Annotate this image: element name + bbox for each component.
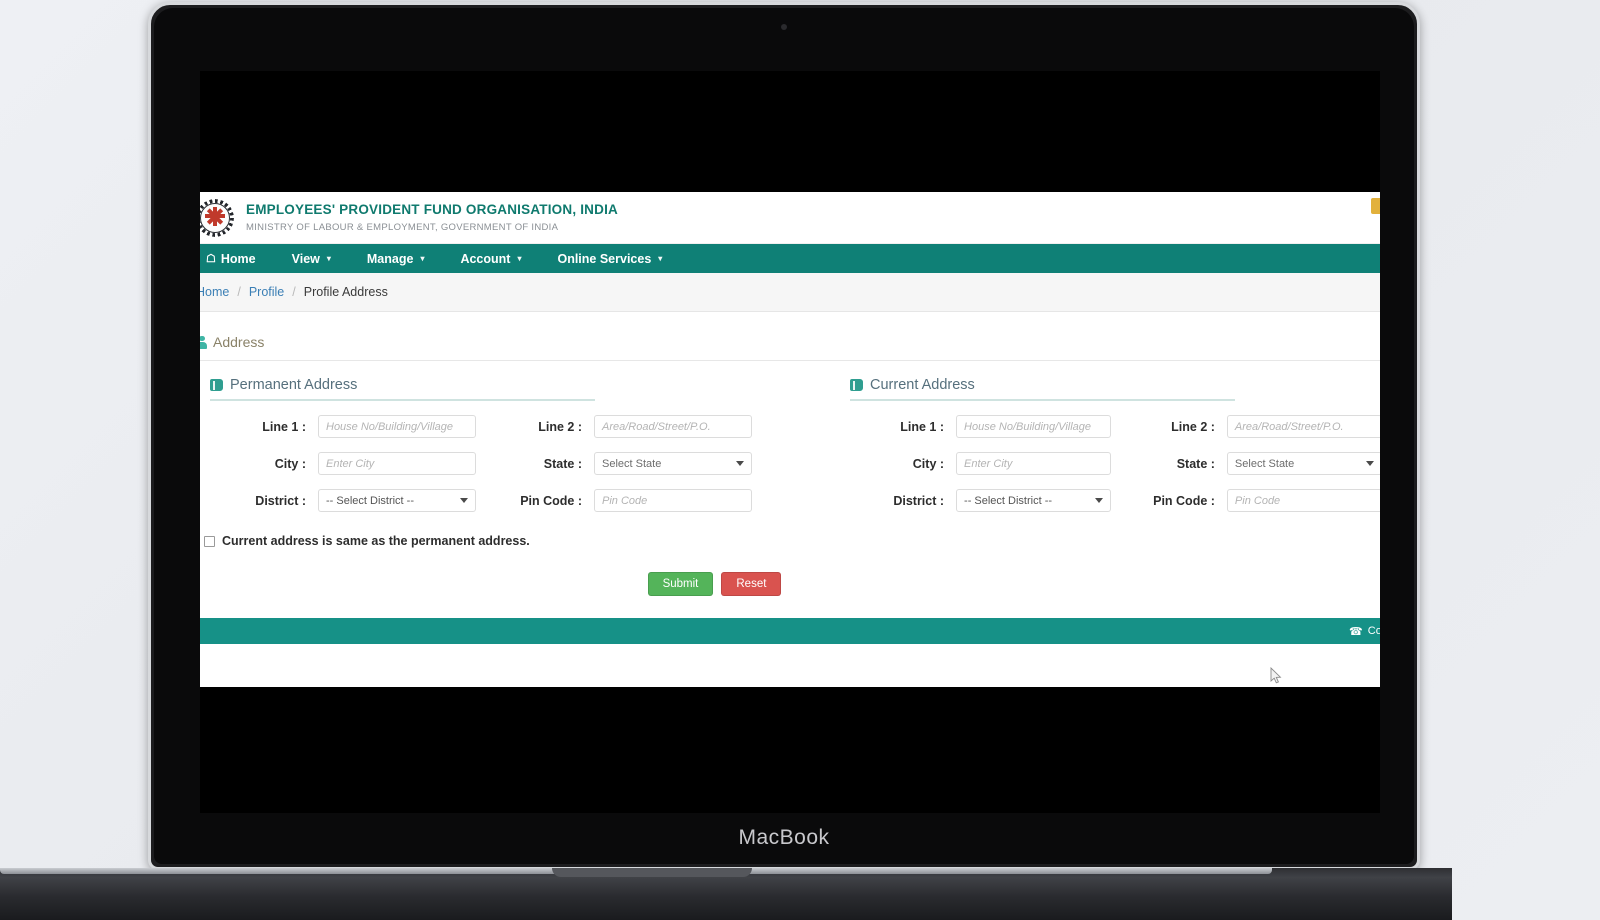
epfo-member-portal-page: EMPLOYEES' PROVIDENT FUND ORGANISATION, … xyxy=(200,192,1380,644)
breadcrumb-current: Profile Address xyxy=(303,285,388,299)
permanent-state-select[interactable]: Select State xyxy=(594,452,752,475)
chevron-down-icon: ▾ xyxy=(658,254,663,263)
current-line1-row: Line 1 : House No/Building/Village Line … xyxy=(850,415,1380,438)
page-title-label: Address xyxy=(213,334,265,350)
section-heading-label: Current Address xyxy=(870,377,975,393)
permanent-line1-label: Line 1 : xyxy=(262,419,306,434)
submit-button[interactable]: Submit xyxy=(647,572,714,596)
nav-label: View xyxy=(291,251,320,266)
permanent-district-select[interactable]: -- Select District -- xyxy=(318,489,476,512)
current-city-input[interactable]: Enter City xyxy=(956,452,1112,475)
chevron-down-icon xyxy=(460,498,468,503)
section-heading-label: Permanent Address xyxy=(230,377,358,393)
nav-item-manage[interactable]: Manage ▾ xyxy=(349,244,443,273)
organisation-name: EMPLOYEES' PROVIDENT FUND ORGANISATION, … xyxy=(246,201,618,217)
permanent-address-section: Permanent Address Line 1 : House No/Buil… xyxy=(200,377,822,512)
chevron-down-icon xyxy=(1095,498,1104,503)
current-state-select[interactable]: Select State xyxy=(1226,452,1380,475)
nav-item-online-services[interactable]: Online Services ▾ xyxy=(539,244,680,273)
phone-icon: ☎ xyxy=(1349,625,1363,638)
laptop-base xyxy=(0,868,1452,920)
current-district-label: District : xyxy=(893,493,945,508)
nav-item-account[interactable]: Account ▾ xyxy=(442,244,539,273)
epfo-emblem-icon xyxy=(200,198,234,237)
current-line1-label: Line 1 : xyxy=(900,419,945,434)
ministry-subtitle: MINISTRY OF LABOUR & EMPLOYMENT, GOVERNM… xyxy=(246,221,559,233)
permanent-state-value: Select State xyxy=(602,457,662,470)
nav-item-view[interactable]: View ▾ xyxy=(274,244,349,273)
permanent-district-value: -- Select District -- xyxy=(326,494,414,507)
current-address-section: Current Address Line 1 : House No/Buildi… xyxy=(822,377,1380,512)
form-actions: Submit Reset xyxy=(200,572,1380,596)
chevron-down-icon: ▾ xyxy=(517,254,522,263)
nav-label: Account xyxy=(460,251,511,266)
breadcrumb-profile[interactable]: Profile xyxy=(249,285,284,299)
browser-screen: EMPLOYEES' PROVIDENT FUND ORGANISATION, … xyxy=(200,71,1380,813)
breadcrumb-home[interactable]: Home xyxy=(200,285,229,299)
chevron-down-icon: ▾ xyxy=(420,254,425,263)
permanent-district-label: District : xyxy=(255,493,306,508)
current-address-heading: Current Address xyxy=(850,377,1235,401)
current-pin-input[interactable]: Pin Code xyxy=(1226,489,1380,512)
same-address-checkbox-row[interactable]: Current address is same as the permanent… xyxy=(204,534,1380,548)
home-icon: ☖ xyxy=(206,253,216,265)
current-city-row: City : Enter City State : Select State xyxy=(850,452,1380,475)
permanent-district-row: District : -- Select District -- Pin Cod… xyxy=(210,489,822,512)
current-city-label: City : xyxy=(912,456,945,471)
current-district-select[interactable]: -- Select District -- xyxy=(956,489,1112,512)
permanent-city-row: City : Enter City State : Select State xyxy=(210,452,822,475)
site-footer: ☎ Cont xyxy=(200,618,1380,644)
permanent-line1-input[interactable]: House No/Building/Village xyxy=(318,415,476,438)
device-label: MacBook xyxy=(738,826,830,849)
page-title: Address xyxy=(200,312,1380,360)
current-state-value: Select State xyxy=(1234,457,1295,470)
book-icon xyxy=(210,379,223,391)
webcam-icon xyxy=(781,24,787,30)
breadcrumb-separator: / xyxy=(237,285,241,299)
chevron-down-icon xyxy=(1366,461,1374,466)
current-state-label: State : xyxy=(1176,456,1215,471)
current-pin-label: Pin Code : xyxy=(1153,493,1215,508)
current-district-row: District : -- Select District -- Pin Cod… xyxy=(850,489,1380,512)
permanent-pin-input[interactable]: Pin Code xyxy=(594,489,752,512)
site-header: EMPLOYEES' PROVIDENT FUND ORGANISATION, … xyxy=(200,192,1380,244)
reset-button[interactable]: Reset xyxy=(721,572,782,596)
permanent-line2-input[interactable]: Area/Road/Street/P.O. xyxy=(594,415,752,438)
permanent-state-label: State : xyxy=(543,456,582,471)
browser-viewport: EMPLOYEES' PROVIDENT FUND ORGANISATION, … xyxy=(200,192,1380,687)
laptop-base-notch xyxy=(552,868,752,877)
laptop-lid: EMPLOYEES' PROVIDENT FUND ORGANISATION, … xyxy=(148,2,1420,870)
footer-contact-label[interactable]: Cont xyxy=(1368,625,1380,637)
permanent-pin-label: Pin Code : xyxy=(520,493,582,508)
nav-label: Online Services xyxy=(557,251,652,266)
chevron-down-icon xyxy=(736,461,744,466)
address-forms: Permanent Address Line 1 : House No/Buil… xyxy=(200,361,1380,512)
chevron-down-icon: ▾ xyxy=(326,254,331,263)
current-line2-input[interactable]: Area/Road/Street/P.O. xyxy=(1226,415,1380,438)
current-line2-label: Line 2 : xyxy=(1171,419,1215,434)
permanent-city-label: City : xyxy=(274,456,306,471)
current-line1-input[interactable]: House No/Building/Village xyxy=(956,415,1112,438)
book-icon xyxy=(850,379,863,391)
nav-item-home[interactable]: ☖ Home xyxy=(200,244,274,273)
same-address-checkbox[interactable] xyxy=(204,535,215,547)
header-badge-icon xyxy=(1371,198,1380,214)
permanent-city-input[interactable]: Enter City xyxy=(318,452,476,475)
user-icon xyxy=(200,335,207,349)
permanent-line1-row: Line 1 : House No/Building/Village Line … xyxy=(210,415,822,438)
laptop-screen-bezel: EMPLOYEES' PROVIDENT FUND ORGANISATION, … xyxy=(154,8,1414,864)
main-navigation: ☖ Home View ▾ Manage ▾ Account ▾ Online … xyxy=(200,244,1380,273)
nav-label: Manage xyxy=(366,251,414,266)
nav-label: Home xyxy=(220,251,256,266)
permanent-address-heading: Permanent Address xyxy=(210,377,595,401)
same-address-label: Current address is same as the permanent… xyxy=(222,534,530,548)
current-district-value: -- Select District -- xyxy=(964,494,1053,507)
permanent-line2-label: Line 2 : xyxy=(538,419,582,434)
breadcrumb: Home / Profile / Profile Address xyxy=(200,273,1380,312)
breadcrumb-separator: / xyxy=(292,285,296,299)
laptop-device: EMPLOYEES' PROVIDENT FUND ORGANISATION, … xyxy=(148,2,1420,870)
